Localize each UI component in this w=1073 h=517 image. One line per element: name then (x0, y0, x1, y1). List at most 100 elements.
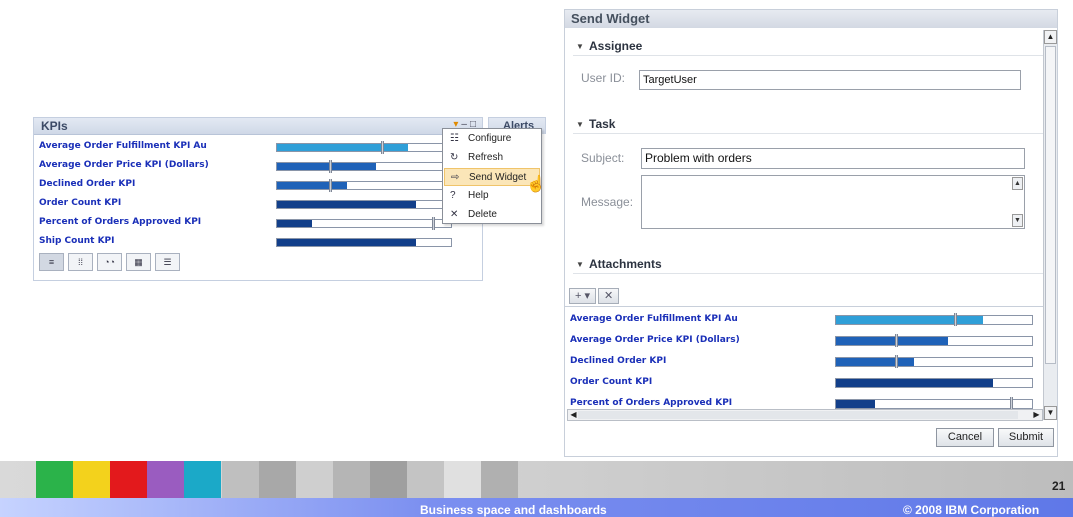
attachment-row[interactable]: Order Count KPI (570, 376, 1040, 390)
footer-image-tile (222, 461, 259, 498)
detail-view-icon[interactable]: ☰ (155, 253, 180, 271)
kpi-label[interactable]: Order Count KPI (39, 198, 121, 208)
footer-color-square (73, 461, 110, 498)
menu-item-refresh[interactable]: ↻ Refresh (444, 149, 540, 167)
message-label: Message: (581, 195, 634, 209)
list-view-icon[interactable]: ≡ (39, 253, 64, 271)
kpi-target-marker (329, 179, 333, 192)
kpi-bar-fill (836, 379, 993, 387)
kpi-label[interactable]: Declined Order KPI (39, 179, 135, 189)
horizontal-scrollbar[interactable]: ◀ ▶ (567, 409, 1043, 421)
user-id-field[interactable]: TargetUser (639, 70, 1021, 90)
kpi-widget-title: KPIs (41, 119, 68, 133)
attachment-kpi-label[interactable]: Order Count KPI (570, 377, 652, 387)
footer-image-strip (0, 461, 1073, 498)
kpi-row[interactable]: Percent of Orders Approved KPI (39, 216, 479, 230)
add-attachment-button[interactable]: + ▾ (569, 288, 597, 304)
kpi-widget: KPIs ▾ – □ Average Order Fulfillment KPI… (33, 117, 483, 281)
section-attachments[interactable]: ▼ Attachments (573, 256, 1043, 274)
cancel-button[interactable]: Cancel (936, 428, 994, 447)
kpi-bar-fill (836, 337, 948, 345)
kpi-target-marker (894, 334, 898, 347)
kpi-bar-fill (277, 182, 347, 189)
kpi-row[interactable]: Average Order Price KPI (Dollars) (39, 159, 479, 173)
kpi-target-marker (431, 217, 435, 230)
kpi-bar-fill (277, 144, 408, 151)
scroll-up-arrow-icon[interactable]: ▲ (1012, 177, 1023, 190)
kpi-row[interactable]: Average Order Fulfillment KPI Au (39, 140, 479, 154)
kpi-bar-fill (836, 358, 915, 366)
send-widget-dialog: Send Widget ▼ Assignee User ID: TargetUs… (564, 9, 1058, 457)
kpi-row[interactable]: Declined Order KPI (39, 178, 479, 192)
kpi-bar (276, 160, 452, 173)
menu-item-label: Send Widget (469, 172, 527, 183)
gauge-view-icon[interactable]: ◔◔ (97, 253, 122, 271)
delete-icon: ✕ (450, 209, 459, 220)
subject-field[interactable]: Problem with orders (641, 148, 1025, 169)
scroll-down-arrow-icon[interactable]: ▼ (1012, 214, 1023, 227)
attachment-row[interactable]: Average Order Fulfillment KPI Au (570, 313, 1040, 327)
submit-button[interactable]: Submit (998, 428, 1054, 447)
scroll-right-arrow-icon[interactable]: ▶ (1031, 410, 1042, 420)
configure-icon: ☷ (450, 133, 459, 144)
kpi-row[interactable]: Order Count KPI (39, 197, 479, 211)
attachment-kpi-label[interactable]: Declined Order KPI (570, 356, 666, 366)
footer-color-square (147, 461, 184, 498)
menu-item-label: Configure (468, 133, 512, 144)
send-widget-icon: ⇨ (451, 172, 460, 183)
table-view-icon[interactable]: ▦ (126, 253, 151, 271)
kpi-bar (276, 179, 452, 192)
help-icon: ? (450, 190, 456, 201)
remove-attachment-button[interactable]: ✕ (598, 288, 620, 304)
kpi-bar-fill (277, 163, 377, 170)
attachment-kpi-label[interactable]: Average Order Fulfillment KPI Au (570, 314, 738, 324)
section-assignee[interactable]: ▼ Assignee (573, 38, 1043, 56)
collapse-twisty-icon[interactable]: ▼ (576, 120, 584, 129)
kpi-bar (276, 238, 452, 247)
kpi-label[interactable]: Ship Count KPI (39, 236, 115, 246)
attachment-kpi-label[interactable]: Average Order Price KPI (Dollars) (570, 335, 740, 345)
vertical-scrollbar[interactable]: ▲ ▼ (1043, 30, 1057, 420)
kpi-bar-fill (836, 400, 876, 408)
scroll-up-arrow-icon[interactable]: ▲ (1044, 30, 1057, 44)
footer-color-square (184, 461, 221, 498)
footer-image-tile (407, 461, 444, 498)
scrollbar-thumb[interactable] (578, 411, 1018, 419)
menu-item-delete[interactable]: ✕ Delete (444, 206, 540, 224)
menu-item-configure[interactable]: ☷ Configure (444, 130, 540, 148)
kpi-widget-header: KPIs ▾ – □ (34, 118, 482, 135)
kpi-target-marker (953, 313, 957, 326)
attachment-row[interactable]: Percent of Orders Approved KPI (570, 397, 1040, 409)
kpi-bar (835, 378, 1033, 388)
scrollbar-thumb[interactable] (1045, 46, 1056, 364)
footer-image-tile (481, 461, 518, 498)
kpi-bar (835, 313, 1033, 326)
kpi-target-marker (329, 160, 333, 173)
kpi-label[interactable]: Average Order Price KPI (Dollars) (39, 160, 209, 170)
attachment-kpi-label[interactable]: Percent of Orders Approved KPI (570, 398, 732, 408)
collapse-twisty-icon[interactable]: ▼ (576, 42, 584, 51)
collapse-twisty-icon[interactable]: ▼ (576, 260, 584, 269)
attachment-row[interactable]: Average Order Price KPI (Dollars) (570, 334, 1040, 348)
hand-cursor-icon: ☝ (526, 176, 546, 193)
kpi-label[interactable]: Average Order Fulfillment KPI Au (39, 141, 207, 151)
kpi-row[interactable]: Ship Count KPI (39, 235, 479, 249)
kpi-target-marker (1010, 397, 1014, 409)
footer-image-tile (370, 461, 407, 498)
kpi-bar-fill (836, 316, 983, 324)
kpi-bar-fill (277, 239, 417, 246)
attachment-row[interactable]: Declined Order KPI (570, 355, 1040, 369)
refresh-icon: ↻ (450, 152, 459, 163)
kpi-bar (276, 141, 452, 154)
group-view-icon[interactable]: ⁞⁞ (68, 253, 93, 271)
subject-label: Subject: (581, 151, 625, 165)
section-task[interactable]: ▼ Task (573, 116, 1043, 134)
kpi-target-marker (381, 141, 385, 154)
footer-image-tile (333, 461, 370, 498)
kpi-label[interactable]: Percent of Orders Approved KPI (39, 217, 201, 227)
scroll-down-arrow-icon[interactable]: ▼ (1044, 406, 1057, 420)
message-field[interactable]: ▲ ▼ (641, 175, 1025, 229)
menu-item-label: Delete (468, 209, 497, 220)
view-toolbar: ≡ ⁞⁞ ◔◔ ▦ ☰ (39, 253, 180, 271)
kpi-target-marker (894, 355, 898, 368)
